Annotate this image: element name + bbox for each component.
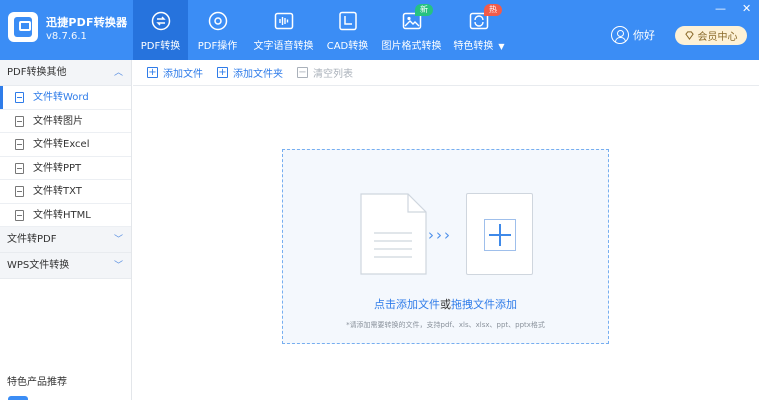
document-icon [360, 193, 427, 275]
tab-special-convert[interactable]: 热 特色转换 ▼ [448, 0, 510, 60]
vip-label: 会员中心 [697, 32, 738, 43]
tab-label: 特色转换 [453, 41, 494, 52]
file-drop-zone[interactable]: ››› 点击添加文件或拖拽文件添加 *请添加需要转换的文件，支持pdf、xls、… [282, 149, 609, 344]
plus-icon [489, 234, 511, 236]
file-icon [15, 115, 24, 127]
chevron-up-icon: ︿ [113, 68, 123, 78]
item-label: 文件转图片 [33, 115, 83, 127]
new-badge: 新 [415, 4, 433, 16]
clear-list-label: 清空列表 [313, 69, 353, 80]
plus-icon: + [217, 67, 228, 78]
add-file-button[interactable]: + 添加文件 [147, 65, 203, 80]
tab-text-voice[interactable]: 文字语音转换 [247, 0, 320, 60]
greeting-text: 你好 [633, 29, 655, 42]
tab-label: 图片格式转换 [381, 41, 442, 52]
file-icon [15, 209, 24, 221]
voice-wave-icon [274, 12, 293, 30]
sidebar-section-wps-convert[interactable]: WPS文件转换 ﹀ [0, 253, 131, 279]
supported-formats-hint: *请添加需要转换的文件，支持pdf、xls、xlsx、ppt、pptx格式 [346, 321, 545, 329]
sidebar-item-file-to-image[interactable]: 文件转图片 [0, 110, 131, 133]
add-file-box[interactable] [466, 193, 533, 275]
tab-pdf-operate[interactable]: PDF操作 [188, 0, 247, 60]
click-add-file-link[interactable]: 点击添加文件 [374, 298, 440, 311]
toolbar: + 添加文件 + 添加文件夹 − 清空列表 [133, 60, 759, 86]
recommend-label: 特色产品推荐 [7, 377, 67, 388]
app-version: v8.7.6.1 [46, 31, 87, 42]
sidebar-item-file-to-txt[interactable]: 文件转TXT [0, 180, 131, 204]
cad-icon [338, 11, 357, 31]
recommend-product-thumb[interactable] [8, 396, 28, 400]
convert-icon [151, 11, 170, 31]
app-title: 迅捷PDF转换器 [46, 16, 128, 29]
tab-label: CAD转换 [326, 41, 369, 52]
app-logo [8, 12, 38, 42]
plus-icon: + [147, 67, 158, 78]
item-label: 文件转Excel [33, 139, 90, 150]
user-greeting[interactable]: 你好 [611, 26, 655, 44]
vip-center-button[interactable]: 会员中心 [675, 26, 747, 45]
section-label: PDF转换其他 [7, 67, 67, 78]
tab-pdf-convert[interactable]: PDF转换 [133, 0, 188, 60]
chevron-down-icon: ﹀ [113, 235, 123, 245]
section-label: 文件转PDF [7, 234, 57, 245]
close-button[interactable]: ✕ [742, 3, 751, 14]
trash-icon: − [297, 67, 308, 78]
file-icon [15, 162, 24, 174]
file-icon [15, 139, 24, 150]
file-icon [15, 92, 24, 103]
tab-label: 文字语音转换 [253, 41, 314, 52]
sidebar: PDF转换其他 ︿ 文件转Word 文件转图片 文件转Excel 文件转PPT … [0, 60, 132, 400]
minimize-button[interactable]: — [715, 3, 726, 14]
user-icon [611, 26, 629, 44]
tab-label: PDF转换 [140, 41, 181, 52]
gear-icon [208, 11, 227, 31]
add-folder-button[interactable]: + 添加文件夹 [217, 65, 283, 80]
sidebar-item-file-to-ppt[interactable]: 文件转PPT [0, 157, 131, 180]
tab-label: PDF操作 [197, 41, 238, 52]
main-nav: PDF转换 PDF操作 文字语音转换 CAD转换 新 图片格式转换 热 特色转换… [133, 0, 510, 60]
clear-list-button[interactable]: − 清空列表 [297, 65, 353, 80]
tab-image-format[interactable]: 新 图片格式转换 [375, 0, 448, 60]
tab-cad-convert[interactable]: CAD转换 [320, 0, 375, 60]
sidebar-section-file-to-pdf[interactable]: 文件转PDF ﹀ [0, 227, 131, 253]
diamond-icon [684, 31, 694, 40]
sidebar-item-file-to-word[interactable]: 文件转Word [0, 86, 131, 110]
item-label: 文件转Word [33, 92, 89, 103]
sidebar-section-pdf-convert-other[interactable]: PDF转换其他 ︿ [0, 60, 131, 86]
item-label: 文件转HTML [33, 209, 91, 221]
hot-badge: 热 [484, 4, 502, 16]
item-label: 文件转TXT [33, 186, 82, 197]
chevron-down-icon: ﹀ [113, 261, 123, 271]
sidebar-item-file-to-html[interactable]: 文件转HTML [0, 204, 131, 227]
caret-down-icon: ▼ [498, 42, 505, 51]
add-file-label: 添加文件 [163, 69, 203, 80]
drag-add-file-link[interactable]: 拖拽文件添加 [451, 298, 517, 311]
sidebar-item-file-to-excel[interactable]: 文件转Excel [0, 133, 131, 157]
file-icon [15, 186, 24, 197]
add-folder-label: 添加文件夹 [233, 69, 283, 80]
top-bar: 迅捷PDF转换器 v8.7.6.1 PDF转换 PDF操作 文字语音转换 CAD… [0, 0, 759, 60]
or-text: 或 [440, 298, 451, 311]
section-label: WPS文件转换 [7, 260, 70, 271]
dropzone-instruction: 点击添加文件或拖拽文件添加 [283, 296, 608, 312]
arrows-right-icon: ››› [428, 226, 452, 244]
item-label: 文件转PPT [33, 162, 82, 174]
